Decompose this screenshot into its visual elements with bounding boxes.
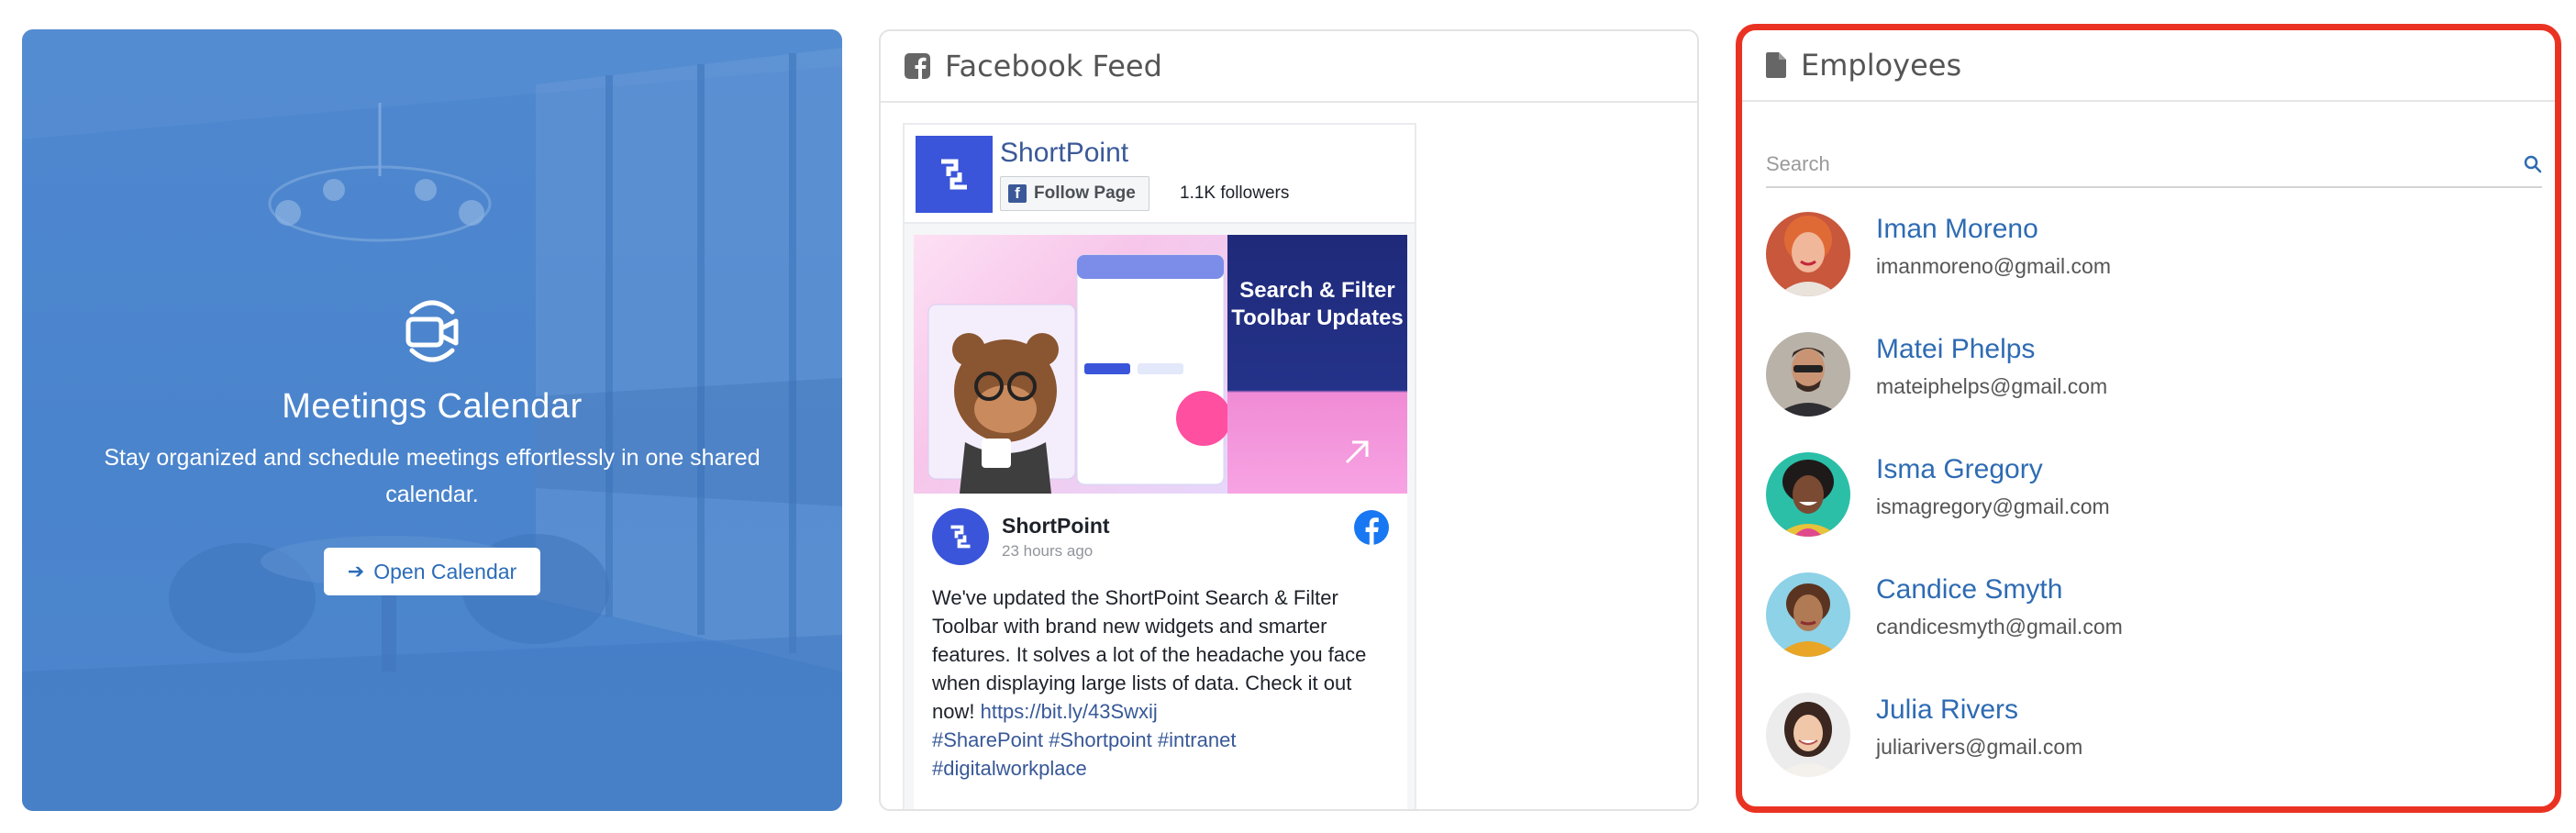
employee-name[interactable]: Candice Smyth [1876,574,2123,605]
employee-item[interactable]: Candice Smyth candicesmyth@gmail.com [1766,572,2542,693]
employee-avatar[interactable] [1766,452,1850,537]
employees-header: Employees [1742,30,2555,102]
post-author-name[interactable]: ShortPoint [1002,514,1110,539]
open-calendar-button[interactable]: ➔ Open Calendar [323,548,541,595]
meetings-title: Meetings Calendar [282,387,583,426]
facebook-feed-card: Facebook Feed ShortPoint f Follow Page 1… [879,29,1699,811]
employees-card: Employees Iman Moreno imanmoreno@gmail.c… [1736,24,2561,813]
employee-email: imanmoreno@gmail.com [1876,254,2111,278]
search-icon[interactable] [2524,155,2542,173]
facebook-feed-header: Facebook Feed [881,31,1697,103]
employee-avatar[interactable] [1766,212,1850,296]
employee-email: candicesmyth@gmail.com [1876,615,2123,639]
promo-text: Search & Filter Toolbar Updates [1231,278,1404,330]
employee-email: juliarivers@gmail.com [1876,735,2083,759]
employee-item[interactable]: Isma Gregory ismagregory@gmail.com [1766,452,2542,572]
video-camera-icon [405,300,459,362]
post-body: We've updated the ShortPoint Search & Fi… [932,583,1391,783]
facebook-page-name[interactable]: ShortPoint [1000,138,1128,169]
post-link[interactable]: https://bit.ly/43Swxij [981,700,1158,723]
facebook-post: Search & Filter Toolbar Updates ShortPoi… [914,235,1407,809]
shortpoint-logo[interactable] [916,136,993,213]
employee-avatar[interactable] [1766,693,1850,777]
arrow-right-icon: ➔ [347,560,365,583]
employee-avatar[interactable] [1766,332,1850,416]
promo-panel [1227,235,1407,494]
post-author: ShortPoint 23 hours ago [932,508,1110,565]
document-icon [1766,52,1786,78]
arrow-up-right-icon [1345,440,1369,464]
follow-page-label: Follow Page [1034,183,1136,203]
meetings-content: Meetings Calendar Stay organized and sch… [22,295,842,595]
search-input[interactable] [1766,143,2524,185]
employee-name[interactable]: Matei Phelps [1876,334,2107,365]
employee-list: Iman Moreno imanmoreno@gmail.com Matei P… [1766,212,2542,806]
employee-email: ismagregory@gmail.com [1876,494,2110,518]
mascot-illustration [927,254,1231,494]
employee-item[interactable]: Julia Rivers juliarivers@gmail.com [1766,693,2542,806]
follow-page-button[interactable]: f Follow Page [1000,176,1149,211]
post-hashtags[interactable]: #SharePoint #Shortpoint #intranet #digit… [932,728,1236,780]
meetings-description: Stay organized and schedule meetings eff… [104,445,761,507]
meetings-calendar-card: Meetings Calendar Stay organized and sch… [22,29,842,811]
shortpoint-logo-icon [941,159,967,190]
facebook-f-icon: f [1008,184,1027,203]
employee-name[interactable]: Julia Rivers [1876,694,2082,726]
facebook-page-header: ShortPoint f Follow Page 1.1K followers [905,125,1415,224]
facebook-feed-title: Facebook Feed [945,49,1162,83]
facebook-embed[interactable]: ShortPoint f Follow Page 1.1K followers [903,123,1416,809]
employee-item[interactable]: Iman Moreno imanmoreno@gmail.com [1766,212,2542,332]
employee-email: mateiphelps@gmail.com [1876,374,2108,398]
employee-search [1766,142,2542,188]
employee-name[interactable]: Iman Moreno [1876,214,2111,245]
shortpoint-logo-icon [950,525,971,549]
facebook-logo-icon[interactable] [1354,510,1389,545]
employee-name[interactable]: Isma Gregory [1876,454,2110,485]
post-image-illustration [914,235,1231,494]
post-image[interactable]: Search & Filter Toolbar Updates [914,235,1407,494]
author-avatar[interactable] [932,508,989,565]
facebook-square-icon [905,53,930,79]
post-timestamp[interactable]: 23 hours ago [1002,542,1110,561]
employee-item[interactable]: Matei Phelps mateiphelps@gmail.com [1766,332,2542,452]
employee-avatar[interactable] [1766,572,1850,657]
followers-count: 1.1K followers [1180,183,1290,203]
open-calendar-label: Open Calendar [373,559,517,583]
employees-title: Employees [1801,48,1962,83]
